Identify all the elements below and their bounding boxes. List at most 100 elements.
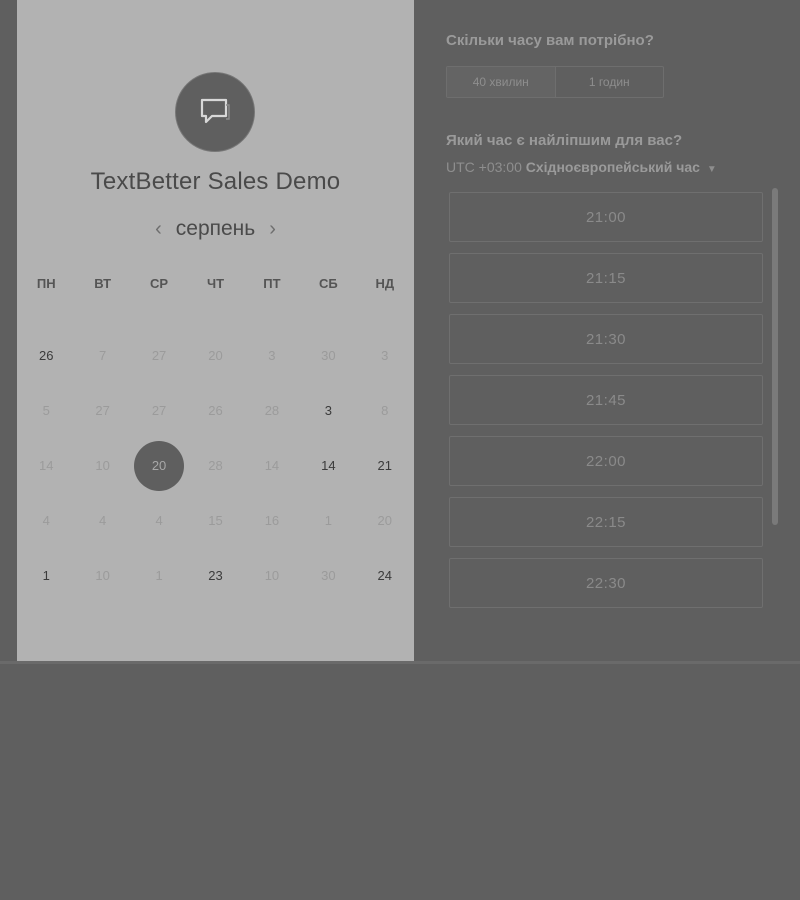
weekday-label: СБ [318, 276, 338, 291]
chevron-left-icon[interactable]: ‹ [155, 216, 162, 242]
calendar-day-number: 20 [208, 348, 223, 363]
calendar-day-number: 4 [155, 513, 163, 528]
calendar-day-number: 10 [264, 568, 280, 583]
calendar-day[interactable]: 21 [357, 438, 413, 493]
calendar-day: 10 [74, 548, 130, 603]
calendar-day: 5 [18, 383, 74, 438]
calendar-day: 8 [357, 383, 413, 438]
weekday-label: ПН [36, 276, 56, 291]
calendar-day: 4 [74, 493, 130, 548]
chevron-right-icon[interactable]: › [269, 216, 276, 242]
duration-option[interactable]: 1 годин [556, 67, 664, 97]
duration-option[interactable]: 40 хвилин [447, 67, 556, 97]
calendar-day-number: 14 [264, 458, 280, 473]
calendar-day-number: 21 [377, 458, 392, 473]
calendar-day-number: 30 [321, 568, 336, 583]
weekday-label: НД [375, 276, 395, 291]
calendar-day: 27 [131, 328, 187, 383]
calendar-day: 4 [131, 493, 187, 548]
calendar-day: 1 [300, 493, 356, 548]
weekday-label: ПТ [263, 276, 281, 291]
calendar-day: 3 [357, 328, 413, 383]
calendar-grid: 26 7 27 20 3 30 3 5 27 27 26 28 3 8 14 10 20 28 14 14 21 4 4 4 1… [18, 328, 413, 603]
calendar-day[interactable]: 3 [300, 383, 356, 438]
event-title: TextBetter Sales Demo [90, 168, 341, 195]
calendar-day-number: 7 [99, 348, 107, 363]
calendar-day-number: 30 [321, 348, 336, 363]
calendar-day[interactable]: 1 [18, 548, 74, 603]
calendar-day-number: 27 [151, 403, 167, 418]
calendar-day: 1 [131, 548, 187, 603]
chat-bubble-icon [176, 73, 254, 151]
weekday-header: ПН ВТ СР ЧТ ПТ СБ НД [18, 276, 413, 291]
booking-left-panel: TextBetter Sales Demo ‹ серпень › ПН ВТ СР… [17, 0, 414, 662]
booking-right-panel: Скільки часу вам потрібно? 40 хвилин 1 го… [414, 0, 800, 662]
calendar-day-number: 10 [95, 568, 110, 583]
calendar-day: 30 [300, 548, 356, 603]
calendar-day-number: 3 [268, 348, 276, 363]
calendar-day: 16 [244, 493, 300, 548]
calendar-day: 10 [244, 548, 300, 603]
calendar-day-number: 27 [95, 403, 110, 418]
calendar-day: 30 [300, 328, 356, 383]
calendar-day-number: 24 [377, 568, 392, 583]
calendar-day-number: 26 [208, 403, 223, 418]
calendar-day-number: 3 [324, 403, 332, 418]
calendar-day: 27 [131, 383, 187, 438]
calendar-day-number: 28 [264, 403, 280, 418]
timezone-offset: UTC +03:00 [446, 159, 522, 175]
calendar-day: 20 [357, 493, 413, 548]
calendar-day[interactable]: 24 [357, 548, 413, 603]
month-label: серпень [175, 217, 256, 240]
time-slot-button[interactable]: 22:00 [449, 436, 763, 486]
time-slot-list: 21:00 21:15 21:30 21:45 22:00 22:15 22:30 [449, 192, 765, 610]
calendar-day: 10 [74, 438, 130, 493]
timezone-selector[interactable]: UTC +03:00 Східноєвропейський час ▼ [446, 159, 717, 175]
calendar-day: 27 [74, 383, 130, 438]
panel-divider [0, 661, 800, 664]
weekday-label: ЧТ [206, 276, 225, 291]
calendar-day-number: 26 [38, 348, 54, 363]
calendar-day-number: 15 [208, 513, 223, 528]
calendar-day-number: 1 [42, 568, 50, 583]
calendar-day[interactable]: 26 [18, 328, 74, 383]
calendar-day: 28 [244, 383, 300, 438]
scrollbar[interactable] [772, 188, 778, 525]
calendar-day: 4 [18, 493, 74, 548]
duration-question: Скільки часу вам потрібно? [446, 32, 654, 49]
calendar-day-number: 4 [42, 513, 50, 528]
calendar-day-number: 20 [134, 440, 185, 491]
calendar-day-number: 1 [155, 568, 163, 583]
calendar-day: 20 [187, 328, 243, 383]
calendar-day[interactable]: 23 [187, 548, 243, 603]
calendar-day: 3 [244, 328, 300, 383]
weekday-label: СР [150, 276, 169, 291]
calendar-day: 14 [244, 438, 300, 493]
calendar-day: 7 [74, 328, 130, 383]
time-slot-button[interactable]: 22:30 [449, 558, 763, 608]
calendar-day-number: 27 [151, 348, 167, 363]
calendar-day-number: 20 [377, 513, 392, 528]
calendar-day-number: 14 [321, 458, 336, 473]
calendar-day: 14 [18, 438, 74, 493]
weekday-label: ВТ [94, 276, 112, 291]
time-slot-button[interactable]: 21:30 [449, 314, 763, 364]
calendar-day-number: 5 [42, 403, 50, 418]
calendar-day-number: 23 [208, 568, 223, 583]
duration-selector: 40 хвилин 1 годин [446, 66, 664, 98]
calendar-day-number: 28 [208, 458, 223, 473]
time-slot-button[interactable]: 21:15 [449, 253, 763, 303]
calendar-day-selected[interactable]: 20 [131, 438, 187, 493]
calendar-day: 28 [187, 438, 243, 493]
calendar-day: 15 [187, 493, 243, 548]
time-slot-button[interactable]: 21:45 [449, 375, 763, 425]
calendar-day-number: 10 [95, 458, 110, 473]
calendar-day-number: 3 [381, 348, 389, 363]
calendar-day-number: 1 [324, 513, 332, 528]
time-slot-button[interactable]: 21:00 [449, 192, 763, 242]
caret-down-icon: ▼ [706, 164, 717, 175]
time-slot-button[interactable]: 22:15 [449, 497, 763, 547]
calendar-day-number: 16 [264, 513, 280, 528]
calendar-day-number: 14 [38, 458, 54, 473]
calendar-day[interactable]: 14 [300, 438, 356, 493]
